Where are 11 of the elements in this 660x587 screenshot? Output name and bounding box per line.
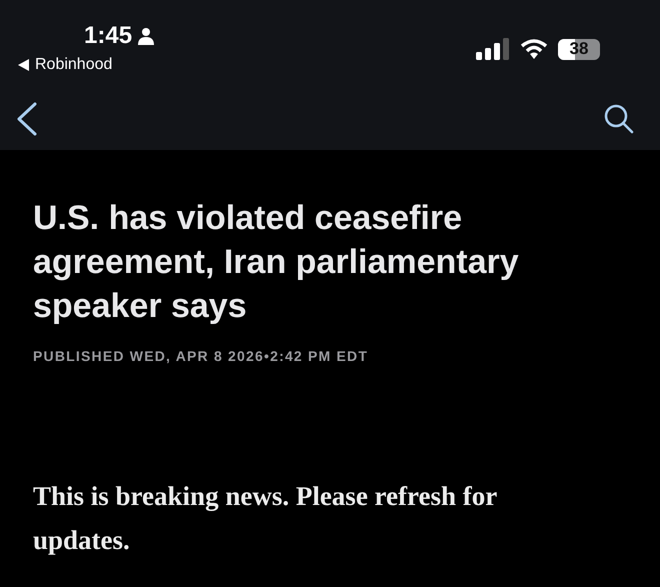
back-icon[interactable] — [16, 102, 38, 136]
article-body: This is breaking news. Please refresh for updates. — [33, 480, 498, 557]
article-headline: U.S. has violated ceasefire agreement, Iran parliamentary speaker says — [33, 198, 520, 327]
person-icon — [138, 27, 154, 45]
search-icon[interactable] — [604, 104, 634, 134]
back-to-app-link[interactable]: Robinhood — [18, 56, 154, 74]
wifi-icon — [520, 39, 548, 59]
status-time: 1:45 — [84, 22, 132, 50]
triangle-icon — [18, 59, 29, 71]
published-date: PUBLISHED WED, APR 8 2026•2:42 PM EDT — [33, 348, 370, 364]
signal-icon — [476, 38, 510, 60]
